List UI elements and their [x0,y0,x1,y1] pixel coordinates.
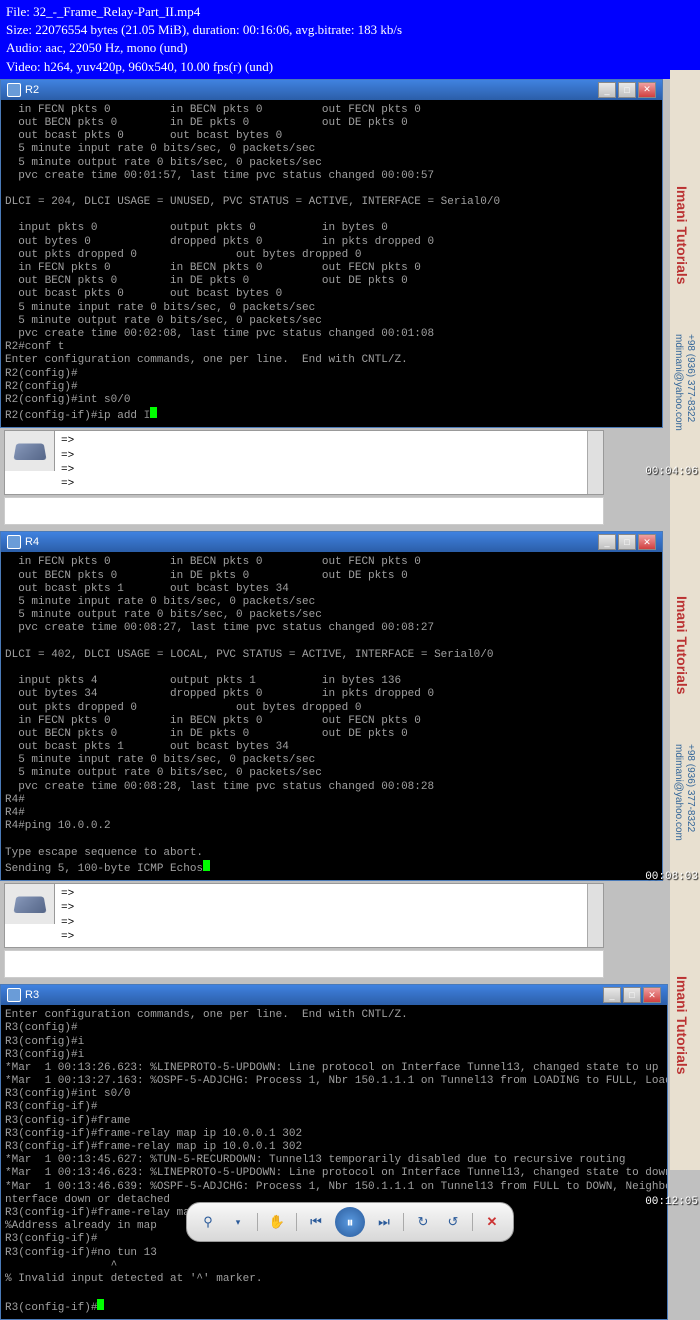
window-r3: R3 _ □ ✕ Enter configuration commands, o… [0,984,668,1320]
terminal-r3[interactable]: Enter configuration commands, one per li… [1,1005,667,1319]
play-button[interactable]: ⏸ [335,1207,365,1237]
contact-email: mdimani@yahoo.com [671,740,686,845]
minimize-button[interactable]: _ [598,534,616,550]
next-button[interactable]: ⏭ [373,1211,395,1233]
hand-icon[interactable]: ✋ [266,1211,288,1233]
file-info-header: File: 32_-_Frame_Relay-Part_II.mp4 Size:… [0,0,700,79]
window-title: R3 [25,989,39,1001]
contact-email: mdimani@yahoo.com [671,330,686,435]
media-toolbar: ⚲ ▾ ✋ ⏮ ⏸ ⏭ ↻ ↺ ✕ [186,1202,514,1242]
device-panel-r4: => => => => [4,883,604,948]
separator [472,1213,473,1231]
scrollbar[interactable] [587,884,603,947]
window-title: R4 [25,536,39,548]
terminal-r2[interactable]: in FECN pkts 0 in BECN pkts 0 out FECN p… [1,100,662,428]
close-button[interactable]: ✕ [638,534,656,550]
router-icon[interactable] [5,431,55,471]
titlebar-r4[interactable]: R4 _ □ ✕ [1,532,662,552]
titlebar-r2[interactable]: R2 _ □ ✕ [1,80,662,100]
brand-name: Imani Tutorials [670,590,694,701]
terminal-r4[interactable]: in FECN pkts 0 in BECN pkts 0 out FECN p… [1,552,662,880]
separator [403,1213,404,1231]
minimize-button[interactable]: _ [598,82,616,98]
timestamp-r3: 00:12:05 [645,1196,698,1208]
subpanel-text: => => => => [55,431,587,494]
subpanel-text: => => => => [55,884,587,947]
minimize-button[interactable]: _ [603,987,621,1003]
window-r4: R4 _ □ ✕ in FECN pkts 0 in BECN pkts 0 o… [0,531,663,881]
window-title: R2 [25,84,39,96]
prev-button[interactable]: ⏮ [305,1211,327,1233]
maximize-button[interactable]: □ [618,82,636,98]
router-icon[interactable] [5,884,55,924]
reload-icon[interactable]: ↺ [442,1211,464,1233]
timestamp-r2: 00:04:06 [645,466,698,478]
dropdown-icon[interactable]: ▾ [227,1211,249,1233]
app-icon [7,535,21,549]
loop-icon[interactable]: ↻ [412,1211,434,1233]
file-size-line: Size: 22076554 bytes (21.05 MiB), durati… [6,21,694,39]
timestamp-r4: 00:08:03 [645,871,698,883]
window-r2: R2 _ □ ✕ in FECN pkts 0 in BECN pkts 0 o… [0,79,663,429]
close-button[interactable]: ✕ [638,82,656,98]
brand-name: Imani Tutorials [670,970,694,1081]
maximize-button[interactable]: □ [618,534,636,550]
scrollbar[interactable] [587,431,603,494]
lower-panel [4,950,604,978]
app-icon [7,83,21,97]
separator [257,1213,258,1231]
lower-panel [4,497,604,525]
close-button[interactable]: ✕ [643,987,661,1003]
file-name-line: File: 32_-_Frame_Relay-Part_II.mp4 [6,3,694,21]
maximize-button[interactable]: □ [623,987,641,1003]
device-panel-r2: => => => => [4,430,604,495]
titlebar-r3[interactable]: R3 _ □ ✕ [1,985,667,1005]
audio-info-line: Audio: aac, 22050 Hz, mono (und) [6,39,694,57]
app-icon [7,988,21,1002]
brand-name: Imani Tutorials [670,180,694,291]
video-info-line: Video: h264, yuv420p, 960x540, 10.00 fps… [6,58,694,76]
brand-sidebar: Imani Tutorials +98 (936) 377-8322 mdima… [670,70,700,1170]
stop-button[interactable]: ✕ [481,1211,503,1233]
separator [296,1213,297,1231]
zoom-icon[interactable]: ⚲ [197,1211,219,1233]
